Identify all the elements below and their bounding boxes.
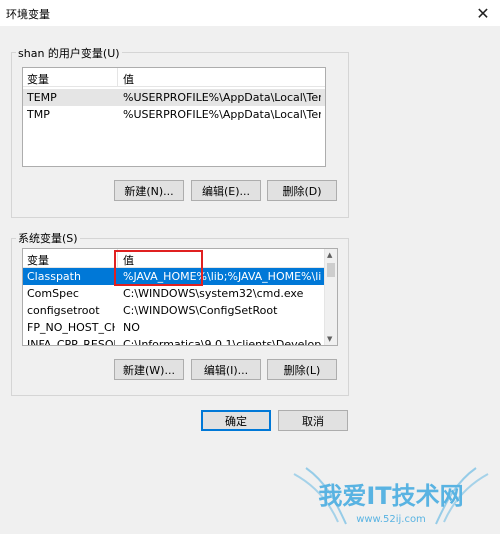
ok-button[interactable]: 确定	[201, 410, 271, 431]
watermark-text: 我爱IT技术网	[318, 482, 463, 510]
system-new-button[interactable]: 新建(W)...	[114, 359, 184, 380]
variable-name: INFA_CPP_RESOU...	[27, 338, 115, 346]
column-header-name[interactable]: 变量	[27, 252, 49, 268]
user-variables-label: shan 的用户变量(U)	[16, 45, 122, 61]
user-variables-list[interactable]: 变量 值 TEMP %USERPROFILE%\AppData\Local\Te…	[22, 67, 326, 167]
column-header-name[interactable]: 变量	[27, 71, 49, 87]
annotation-highlight	[114, 250, 203, 286]
system-delete-button[interactable]: 删除(L)	[267, 359, 337, 380]
list-item[interactable]: INFA_CPP_RESOU... C:\Informatica\9.0.1\c…	[23, 336, 325, 346]
system-edit-button[interactable]: 编辑(I)...	[191, 359, 261, 380]
variable-value: %USERPROFILE%\AppData\Local\Temp	[123, 91, 321, 104]
list-item[interactable]: TEMP %USERPROFILE%\AppData\Local\Temp	[23, 89, 325, 106]
list-item[interactable]: configsetroot C:\WINDOWS\ConfigSetRoot	[23, 302, 325, 319]
vertical-scrollbar[interactable]: ▲ ▼	[324, 249, 337, 345]
variable-name: FP_NO_HOST_CH...	[27, 321, 115, 334]
cancel-button[interactable]: 取消	[278, 410, 348, 431]
variable-name: configsetroot	[27, 304, 100, 317]
title-bar: 环境变量 ✕	[0, 0, 500, 26]
system-variables-label: 系统变量(S)	[16, 230, 80, 246]
list-item[interactable]: ComSpec C:\WINDOWS\system32\cmd.exe	[23, 285, 325, 302]
variable-value: C:\Informatica\9.0.1\clients\DeveloperCl…	[123, 338, 321, 346]
variable-name: Classpath	[27, 270, 81, 283]
variable-name: TEMP	[27, 91, 57, 104]
watermark-url: www.52ij.com	[356, 514, 426, 525]
user-new-button[interactable]: 新建(N)...	[114, 180, 184, 201]
scroll-down-icon[interactable]: ▼	[327, 335, 332, 343]
variable-value: C:\WINDOWS\ConfigSetRoot	[123, 304, 278, 317]
variable-name: ComSpec	[27, 287, 79, 300]
variable-value: %USERPROFILE%\AppData\Local\Temp	[123, 108, 321, 121]
scroll-thumb[interactable]	[327, 263, 335, 277]
list-item[interactable]: FP_NO_HOST_CH... NO	[23, 319, 325, 336]
close-icon: ✕	[476, 3, 490, 23]
list-item[interactable]: TMP %USERPROFILE%\AppData\Local\Temp	[23, 106, 325, 123]
close-button[interactable]: ✕	[466, 0, 500, 26]
window-title: 环境变量	[6, 8, 50, 21]
list-header: 变量 值	[23, 68, 325, 87]
variable-value: NO	[123, 321, 140, 334]
variable-value: C:\WINDOWS\system32\cmd.exe	[123, 287, 304, 300]
user-edit-button[interactable]: 编辑(E)...	[191, 180, 261, 201]
variable-name: TMP	[27, 108, 50, 121]
watermark-logo: 我爱IT技术网 www.52ij.com	[293, 467, 489, 525]
column-header-value[interactable]: 值	[123, 71, 134, 87]
user-delete-button[interactable]: 删除(D)	[267, 180, 337, 201]
scroll-up-icon[interactable]: ▲	[327, 251, 332, 259]
